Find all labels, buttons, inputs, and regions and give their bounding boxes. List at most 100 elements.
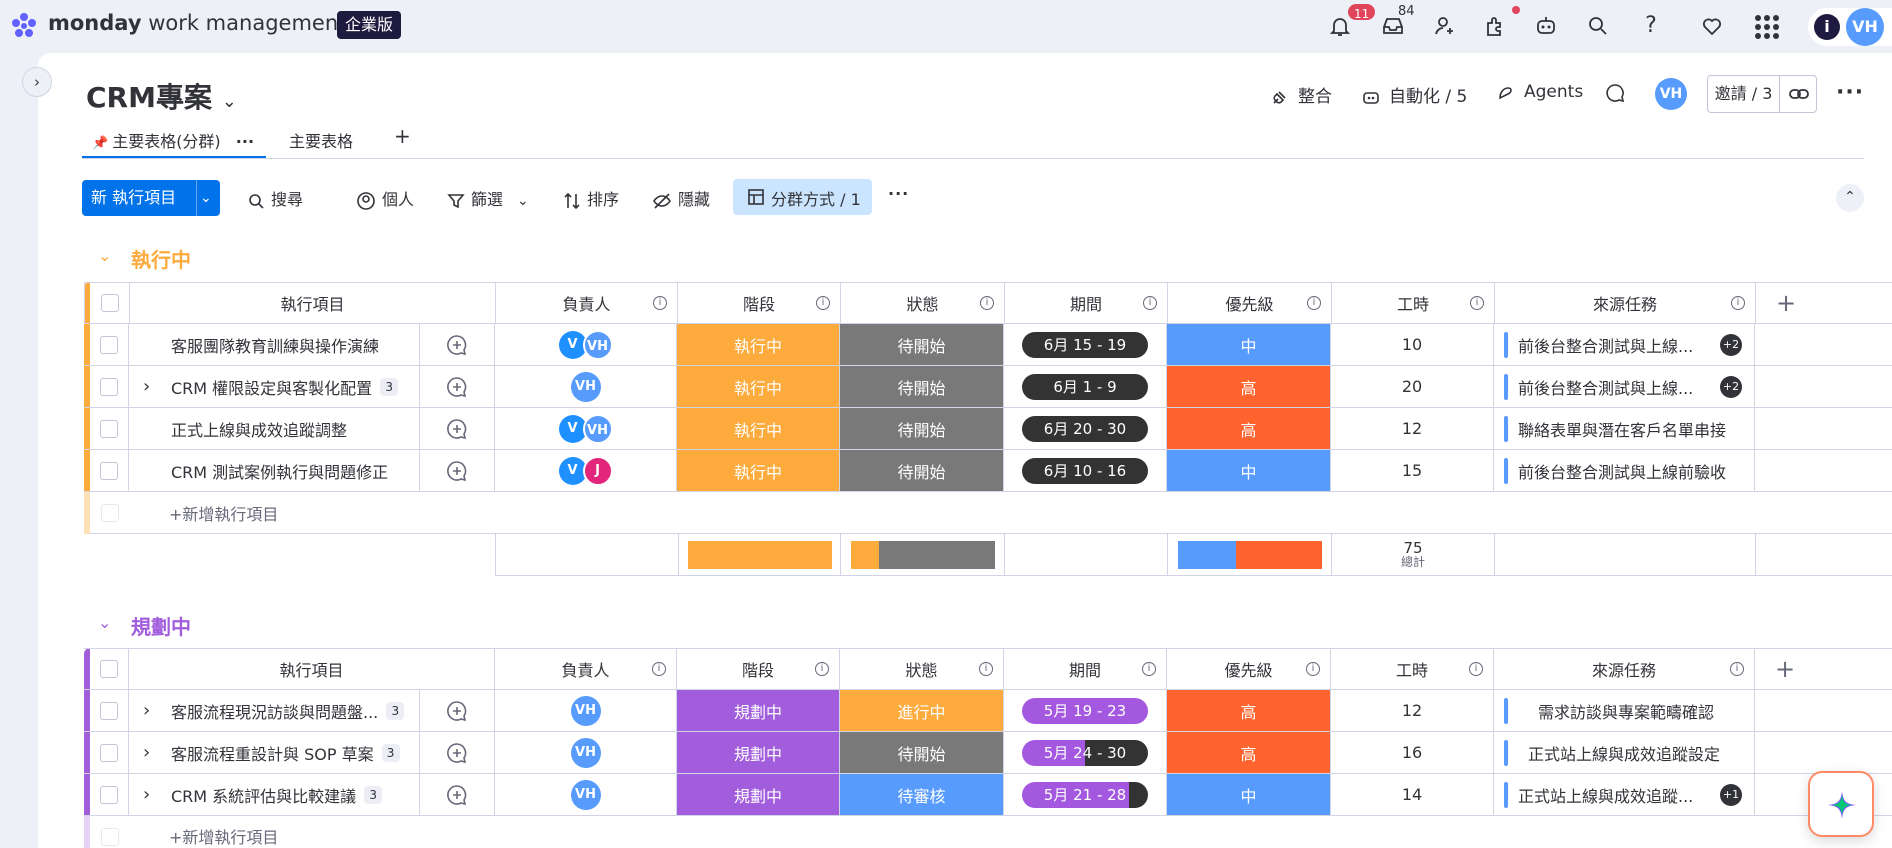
group-collapse-icon[interactable]: ⌄ [98,613,111,632]
priority-cell[interactable]: 高 [1167,732,1331,773]
board-owner-avatar[interactable]: VH [1655,78,1687,110]
stage-cell[interactable]: 規劃中 [677,774,840,815]
hours-cell[interactable]: 15 [1331,450,1494,491]
ai-assistant-button[interactable] [1808,771,1874,837]
help-icon[interactable]: ? [1638,14,1664,40]
hours-cell[interactable]: 12 [1331,408,1494,449]
column-header-stage[interactable]: 階段 i [677,649,840,689]
toolbar-more-icon[interactable]: ··· [888,184,909,203]
tab-main[interactable]: 主要表格 [289,128,353,152]
hours-cell[interactable]: 14 [1331,774,1494,815]
row-checkbox[interactable] [100,785,118,804]
add-item-input[interactable]: +新增執行項目 [169,816,469,848]
info-icon[interactable]: i [814,662,829,676]
item-name[interactable]: › 客服流程現況訪談與問題盤... 3 [129,690,420,731]
add-update-icon[interactable] [420,450,495,491]
add-update-icon[interactable] [420,408,495,449]
column-header-priority[interactable]: 優先級 i [1167,649,1331,689]
period-cell[interactable]: 6月 20 - 30 [1004,408,1167,449]
table-row[interactable]: › CRM 系統評估與比較建議 3 VH 規劃中 待審核 5月 21 - 28 中 … [84,774,1892,816]
status-cell[interactable]: 待開始 [840,732,1004,773]
tab-main-grouped[interactable]: 📌 主要表格(分群) ··· [92,128,254,152]
owner-cell[interactable]: VH [495,690,677,731]
group-collapse-icon[interactable]: ⌄ [98,246,111,265]
integrate-button[interactable]: 整合 [1270,82,1332,107]
status-cell[interactable]: 進行中 [840,690,1004,731]
row-checkbox[interactable] [100,743,118,762]
source-cell[interactable]: 聯絡表單與潛在客戶名單串接 [1494,408,1755,449]
priority-cell[interactable]: 中 [1167,450,1331,491]
column-header-source[interactable]: 來源任務 i [1495,283,1756,323]
owner-cell[interactable]: VH [495,774,677,815]
apps-puzzle-icon[interactable] [1483,14,1509,40]
item-name[interactable]: › CRM 權限設定與客製化配置 3 [129,366,420,407]
table-row[interactable]: › 客服流程現況訪談與問題盤... 3 VH 規劃中 進行中 5月 19 - 23 … [84,690,1892,732]
monday-logo-icon[interactable] [8,10,40,42]
hide-button[interactable]: 隱藏 [652,186,710,210]
updates-chat-icon[interactable] [1604,82,1626,104]
status-cell[interactable]: 待審核 [840,774,1004,815]
hours-summary[interactable]: 75 總計 [1332,534,1495,575]
stage-cell[interactable]: 執行中 [677,450,840,491]
priority-summary[interactable] [1168,534,1332,575]
column-header-hours[interactable]: 工時 i [1331,649,1494,689]
expand-subitems-icon[interactable]: › [143,742,171,763]
priority-cell[interactable]: 中 [1167,774,1331,815]
brand-name[interactable]: monday work management [48,11,346,35]
add-column-icon[interactable]: + [1756,283,1892,323]
table-row[interactable]: › 客服流程重設計與 SOP 草案 3 VH 規劃中 待開始 5月 24 - 30 … [84,732,1892,774]
owner-cell[interactable]: V VH [495,324,677,365]
priority-cell[interactable]: 高 [1167,366,1331,407]
info-icon[interactable]: i [1730,296,1745,310]
new-item-dropdown-icon[interactable]: ⌄ [200,180,212,216]
hours-cell[interactable]: 20 [1331,366,1494,407]
info-icon[interactable]: i [1142,296,1157,310]
board-menu-icon[interactable]: ··· [1836,80,1864,105]
copy-link-icon[interactable] [1788,84,1810,104]
priority-cell[interactable]: 高 [1167,690,1331,731]
more-sources-badge[interactable]: +2 [1720,375,1742,398]
period-cell[interactable]: 5月 21 - 28 [1004,774,1167,815]
info-icon[interactable]: i [815,296,830,310]
group-title[interactable]: 執行中 [131,244,191,273]
row-checkbox[interactable] [100,377,118,396]
priority-cell[interactable]: 中 [1167,324,1331,365]
info-icon[interactable]: i [978,662,993,676]
table-row[interactable]: CRM 測試案例執行與問題修正 V J 執行中 待開始 6月 10 - 16 中… [84,450,1892,492]
group-by-button[interactable]: 分群方式 / 1 [733,179,872,215]
chevron-down-icon[interactable]: ⌄ [222,91,237,112]
info-icon[interactable]: i [651,662,666,676]
row-checkbox[interactable] [100,335,118,354]
automation-button[interactable]: 自動化 / 5 [1361,82,1467,107]
priority-cell[interactable]: 高 [1167,408,1331,449]
stage-cell[interactable]: 執行中 [677,324,840,365]
filter-dropdown-icon[interactable]: ⌄ [517,193,529,209]
column-header-period[interactable]: 期間 i [1005,283,1168,323]
info-icon[interactable]: i [1469,296,1484,310]
collapse-header-icon[interactable]: ⌃ [1836,184,1864,212]
add-item-row[interactable]: +新增執行項目 [84,492,1892,534]
owner-cell[interactable]: V J [495,450,677,491]
source-cell[interactable]: 需求訪談與專案範疇確認 [1494,690,1755,731]
owner-cell[interactable]: V VH [495,408,677,449]
expand-subitems-icon[interactable]: › [143,376,171,397]
owner-cell[interactable]: VH [495,366,677,407]
search-button[interactable]: 搜尋 [247,186,303,210]
info-icon[interactable]: i [652,296,667,310]
sidebar-expand-icon[interactable]: › [22,67,52,97]
source-cell[interactable]: 正式站上線與成效追蹤設定 [1494,732,1755,773]
add-item-row[interactable]: +新增執行項目 [84,816,1892,848]
source-cell[interactable]: 前後台整合測試與上線... +2 [1494,366,1755,407]
add-update-icon[interactable] [420,732,495,773]
add-item-input[interactable]: +新增執行項目 [169,492,469,533]
period-cell[interactable]: 6月 15 - 19 [1004,324,1167,365]
hours-cell[interactable]: 16 [1331,732,1494,773]
period-cell[interactable]: 5月 24 - 30 [1004,732,1167,773]
item-name[interactable]: 客服團隊教育訓練與操作演練 [129,324,420,365]
add-update-icon[interactable] [420,690,495,731]
column-header-item[interactable]: 執行項目 [130,283,496,323]
ai-bot-icon[interactable] [1534,14,1560,40]
add-update-icon[interactable] [420,324,495,365]
group-title[interactable]: 規劃中 [131,611,191,640]
info-icon[interactable]: i [979,296,994,310]
